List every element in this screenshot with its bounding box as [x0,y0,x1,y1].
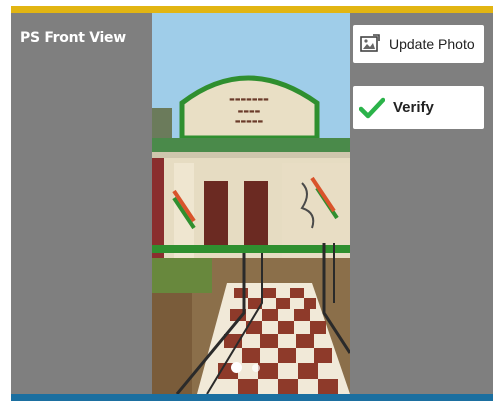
image-edit-icon [359,34,381,54]
svg-text:▬▬▬▬: ▬▬▬▬ [238,108,261,115]
carousel-dot[interactable] [252,363,260,372]
verify-button[interactable]: Verify [353,86,484,129]
update-photo-label: Update Photo [389,36,475,52]
bottom-accent-bar [11,394,493,401]
update-photo-button[interactable]: Update Photo [353,25,484,63]
checkmark-icon [359,97,385,119]
carousel-indicator [231,362,260,373]
verify-label: Verify [393,99,434,116]
top-accent-bar [11,6,493,13]
svg-text:▬▬▬▬▬▬▬: ▬▬▬▬▬▬▬ [229,96,269,103]
carousel-dot-active[interactable] [231,362,242,373]
building-photo-image: ▬▬▬▬▬▬▬ ▬▬▬▬ ▬▬▬▬▬ [152,13,350,394]
svg-text:▬▬▬▬▬: ▬▬▬▬▬ [235,118,264,125]
polling-station-photo[interactable]: ▬▬▬▬▬▬▬ ▬▬▬▬ ▬▬▬▬▬ [152,13,350,394]
section-title: PS Front View [20,30,126,46]
